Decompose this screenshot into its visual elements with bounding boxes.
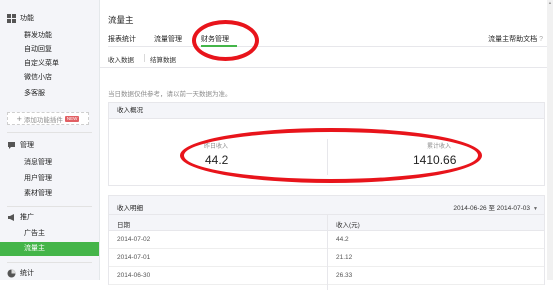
add-plugin-label: 添加功能插件: [23, 116, 63, 124]
sidebar-item-users[interactable]: 用户管理: [0, 172, 99, 186]
date-range-picker[interactable]: 2014-06-26 至 2014-07-03 ▼: [453, 202, 538, 212]
column-income: 收入(元): [336, 222, 360, 229]
tab-traffic[interactable]: 流量管理: [154, 34, 182, 44]
sidebar-item-mass-send[interactable]: 群发功能: [0, 29, 99, 43]
tab-finance[interactable]: 财务管理: [201, 34, 229, 44]
main-content: 流量主 报表统计 流量管理 财务管理 流量主帮助文档? 收入数据 结算数据 当日…: [100, 0, 553, 290]
chat-bubble-icon: [7, 141, 16, 150]
row-income: 26.33: [336, 272, 353, 279]
subtab-settlement[interactable]: 结算数据: [150, 54, 176, 64]
income-overview-panel: 收入概况 昨日收入 44.2 累计收入 1410.66: [108, 102, 545, 186]
help-doc-label: 流量主帮助文档: [488, 36, 538, 43]
sidebar: 功能 群发功能 自动回复 自定义菜单 微信小店 多客服 + 添加功能插件 NEW…: [0, 0, 100, 280]
subtab-income[interactable]: 收入数据: [108, 54, 134, 64]
overview-title: 收入概况: [109, 103, 544, 119]
sidebar-section-label: 统计: [20, 270, 34, 277]
row-date: 2014-06-30: [117, 272, 151, 279]
date-range-label: 2014-06-26 至 2014-07-03: [453, 205, 531, 212]
sidebar-item-wechat-store[interactable]: 微信小店: [0, 71, 99, 85]
new-badge: NEW: [64, 115, 80, 122]
sidebar-item-messages[interactable]: 消息管理: [0, 156, 99, 170]
plus-icon: +: [16, 113, 22, 124]
data-notice: 当日数据仅供参考，请以前一天数据为准。: [108, 91, 232, 98]
total-income-label: 累计收入: [427, 144, 452, 150]
income-detail-panel: 收入明细 2014-06-26 至 2014-07-03 ▼ 日期 收入(元) 2…: [108, 195, 545, 290]
sidebar-item-advertiser[interactable]: 广告主: [0, 227, 99, 241]
overview-divider: [327, 139, 328, 175]
sidebar-section-manage: 管理: [7, 139, 34, 151]
sidebar-item-custom-menu[interactable]: 自定义菜单: [0, 57, 99, 71]
sidebar-section-promo: 推广: [7, 211, 34, 223]
sidebar-section-label: 功能: [20, 15, 34, 22]
detail-title: 收入明细: [117, 205, 143, 212]
page-title: 流量主: [108, 15, 134, 25]
sidebar-divider: [7, 132, 92, 133]
yesterday-income-value: 44.2: [205, 153, 229, 167]
subtab-bar: 收入数据 结算数据: [100, 49, 553, 68]
grid-icon: [7, 13, 16, 23]
scrollbar[interactable]: ▲: [547, 0, 553, 280]
sidebar-item-customer-service[interactable]: 多客服: [0, 87, 99, 101]
row-date: 2014-07-02: [117, 236, 151, 243]
tab-reports[interactable]: 报表统计: [108, 34, 136, 44]
help-doc-link[interactable]: 流量主帮助文档?: [488, 34, 543, 44]
sidebar-item-traffic-owner[interactable]: 流量主: [0, 242, 99, 256]
caret-down-icon: ▼: [533, 206, 538, 212]
sidebar-section-label: 推广: [20, 214, 34, 221]
subtab-separator: [144, 54, 145, 62]
yesterday-income-label: 昨日收入: [204, 144, 229, 150]
detail-header: 收入明细 2014-06-26 至 2014-07-03 ▼: [109, 196, 544, 215]
megaphone-icon: [7, 213, 16, 222]
sidebar-section-label: 管理: [20, 142, 34, 149]
sidebar-divider: [7, 206, 92, 207]
sidebar-item-auto-reply[interactable]: 自动回复: [0, 43, 99, 57]
row-date: 2014-07-01: [117, 254, 151, 261]
pie-chart-icon: [7, 269, 16, 278]
sidebar-divider: [7, 262, 92, 263]
column-date: 日期: [117, 222, 130, 229]
column-divider: [327, 215, 328, 290]
add-plugin-button[interactable]: + 添加功能插件 NEW: [7, 112, 89, 125]
scroll-up-arrow-icon[interactable]: ▲: [547, 0, 553, 6]
active-tab-indicator: [201, 45, 237, 47]
tab-bar: 报表统计 流量管理 财务管理: [108, 30, 553, 47]
sidebar-item-materials[interactable]: 素材管理: [0, 187, 99, 201]
sidebar-section-functions: 功能: [7, 12, 34, 24]
question-icon: ?: [539, 36, 543, 43]
sidebar-section-stats: 统计: [7, 267, 34, 279]
total-income-value: 1410.66: [413, 153, 457, 167]
row-income: 44.2: [336, 236, 349, 243]
row-income: 21.12: [336, 254, 353, 261]
